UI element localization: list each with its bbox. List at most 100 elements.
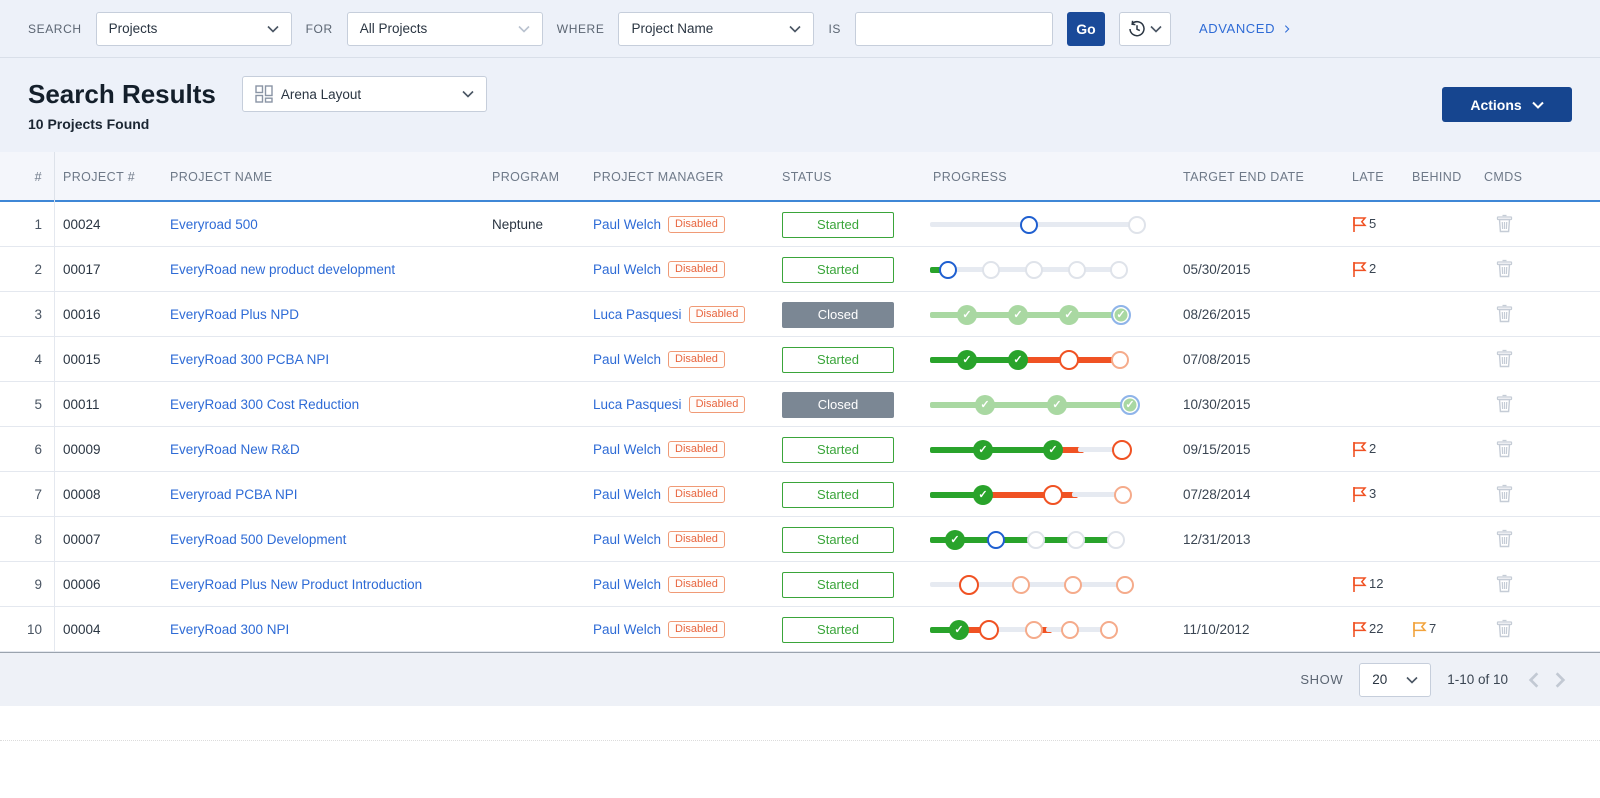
milestone-node: ✓ bbox=[949, 620, 969, 640]
delete-row-button[interactable] bbox=[1496, 439, 1513, 458]
actions-label: Actions bbox=[1470, 97, 1521, 113]
delete-row-button[interactable] bbox=[1496, 304, 1513, 323]
project-manager-link[interactable]: Luca Pasquesi bbox=[593, 307, 682, 322]
project-manager-link[interactable]: Paul Welch bbox=[593, 352, 661, 367]
go-button[interactable]: Go bbox=[1067, 12, 1105, 46]
milestone-node: ✓ bbox=[1120, 395, 1140, 415]
project-manager-link[interactable]: Paul Welch bbox=[593, 262, 661, 277]
milestone-node bbox=[987, 531, 1005, 549]
project-number: 00016 bbox=[55, 307, 162, 322]
manager-disabled-badge: Disabled bbox=[668, 261, 725, 278]
project-manager-link[interactable]: Luca Pasquesi bbox=[593, 397, 682, 412]
milestone-node bbox=[1061, 621, 1079, 639]
delete-row-button[interactable] bbox=[1496, 214, 1513, 233]
row-number: 9 bbox=[0, 562, 55, 607]
target-end-date: 11/10/2012 bbox=[1175, 622, 1344, 637]
delete-row-button[interactable] bbox=[1496, 619, 1513, 638]
table-row: 8 00007 EveryRoad 500 Development Paul W… bbox=[0, 517, 1600, 562]
project-name-link[interactable]: EveryRoad New R&D bbox=[170, 442, 300, 457]
page-size-select[interactable]: 20 bbox=[1359, 663, 1431, 697]
row-number: 1 bbox=[0, 202, 55, 247]
column-header-late[interactable]: LATE bbox=[1344, 170, 1404, 184]
project-name-link[interactable]: EveryRoad Plus NPD bbox=[170, 307, 299, 322]
advanced-search-link[interactable]: ADVANCED bbox=[1199, 21, 1293, 36]
target-end-date: 08/26/2015 bbox=[1175, 307, 1344, 322]
column-header-status[interactable]: STATUS bbox=[774, 170, 925, 184]
status-badge: Started bbox=[782, 482, 894, 508]
table-row: 10 00004 EveryRoad 300 NPI Paul Welch Di… bbox=[0, 607, 1600, 652]
project-name-link[interactable]: EveryRoad 500 Development bbox=[170, 532, 346, 547]
progress-segment bbox=[997, 267, 1028, 272]
late-flag-icon bbox=[1352, 441, 1367, 458]
project-manager-link[interactable]: Paul Welch bbox=[593, 577, 661, 592]
progress-track bbox=[933, 216, 1165, 234]
layout-select[interactable]: Arena Layout bbox=[242, 76, 487, 112]
column-header-num[interactable]: # bbox=[0, 152, 55, 202]
search-history-button[interactable] bbox=[1119, 12, 1171, 46]
delete-row-button[interactable] bbox=[1496, 349, 1513, 368]
results-header: Search Results 10 Projects Found Arena L… bbox=[0, 58, 1600, 152]
column-header-target-end-date[interactable]: TARGET END DATE bbox=[1175, 170, 1344, 184]
column-header-project-no[interactable]: PROJECT # bbox=[55, 170, 162, 184]
project-name-link[interactable]: EveryRoad 300 Cost Reduction bbox=[170, 397, 359, 412]
milestone-node bbox=[1114, 486, 1132, 504]
late-indicator: 2 bbox=[1352, 441, 1404, 458]
project-name-link[interactable]: EveryRoad Plus New Product Introduction bbox=[170, 577, 422, 592]
project-number: 00011 bbox=[55, 397, 162, 412]
manager-disabled-badge: Disabled bbox=[668, 576, 725, 593]
column-header-program[interactable]: PROGRAM bbox=[484, 170, 585, 184]
delete-row-button[interactable] bbox=[1496, 484, 1513, 503]
table-footer: SHOW 20 1-10 of 10 bbox=[0, 652, 1600, 706]
milestone-node bbox=[1067, 531, 1085, 549]
chevron-down-icon bbox=[462, 90, 474, 98]
progress-segment bbox=[974, 357, 1011, 363]
project-name-link[interactable]: Everyroad PCBA NPI bbox=[170, 487, 298, 502]
search-scope-select[interactable]: All Projects bbox=[347, 12, 543, 46]
project-manager-link[interactable]: Paul Welch bbox=[593, 442, 661, 457]
next-page-button[interactable] bbox=[1554, 672, 1566, 688]
progress-segment bbox=[1002, 537, 1030, 543]
progress-segment bbox=[1076, 627, 1103, 632]
search-type-select[interactable]: Projects bbox=[96, 12, 292, 46]
project-name-link[interactable]: EveryRoad 300 NPI bbox=[170, 622, 289, 637]
project-name-link[interactable]: Everyroad 500 bbox=[170, 217, 258, 232]
progress-track: ✓✓✓✓ bbox=[933, 305, 1165, 325]
project-name-link[interactable]: EveryRoad new product development bbox=[170, 262, 395, 277]
delete-row-button[interactable] bbox=[1496, 574, 1513, 593]
late-indicator: 5 bbox=[1352, 216, 1404, 233]
project-manager-link[interactable]: Paul Welch bbox=[593, 532, 661, 547]
delete-row-button[interactable] bbox=[1496, 259, 1513, 278]
progress-segment bbox=[962, 537, 990, 543]
progress-segment bbox=[930, 357, 960, 363]
late-count: 12 bbox=[1369, 576, 1383, 591]
behind-count: 7 bbox=[1429, 621, 1436, 636]
trash-icon bbox=[1496, 214, 1513, 233]
search-field-value: Project Name bbox=[631, 21, 713, 36]
milestone-node: ✓ bbox=[957, 305, 977, 325]
table-row: 7 00008 Everyroad PCBA NPI Paul Welch Di… bbox=[0, 472, 1600, 517]
milestone-node bbox=[1111, 351, 1129, 369]
search-bar: SEARCH Projects FOR All Projects WHERE P… bbox=[0, 0, 1600, 58]
row-number: 4 bbox=[0, 337, 55, 382]
search-field-select[interactable]: Project Name bbox=[618, 12, 814, 46]
column-header-project-name[interactable]: PROJECT NAME bbox=[162, 170, 484, 184]
project-manager-link[interactable]: Paul Welch bbox=[593, 622, 661, 637]
delete-row-button[interactable] bbox=[1496, 394, 1513, 413]
milestone-node: ✓ bbox=[1008, 350, 1028, 370]
actions-button[interactable]: Actions bbox=[1442, 87, 1572, 122]
column-header-project-manager[interactable]: PROJECT MANAGER bbox=[585, 170, 774, 184]
target-end-date: 09/15/2015 bbox=[1175, 442, 1344, 457]
progress-segment bbox=[1025, 312, 1062, 318]
project-manager-link[interactable]: Paul Welch bbox=[593, 217, 661, 232]
milestone-node bbox=[1025, 621, 1043, 639]
project-name-link[interactable]: EveryRoad 300 PCBA NPI bbox=[170, 352, 329, 367]
previous-page-button[interactable] bbox=[1528, 672, 1540, 688]
column-header-progress[interactable]: PROGRESS bbox=[925, 170, 1175, 184]
project-number: 00004 bbox=[55, 622, 162, 637]
search-value-input[interactable] bbox=[855, 12, 1053, 46]
milestone-node: ✓ bbox=[973, 485, 993, 505]
column-header-behind[interactable]: BEHIND bbox=[1404, 170, 1476, 184]
column-header-cmds[interactable]: CMDS bbox=[1476, 170, 1600, 184]
delete-row-button[interactable] bbox=[1496, 529, 1513, 548]
project-manager-link[interactable]: Paul Welch bbox=[593, 487, 661, 502]
